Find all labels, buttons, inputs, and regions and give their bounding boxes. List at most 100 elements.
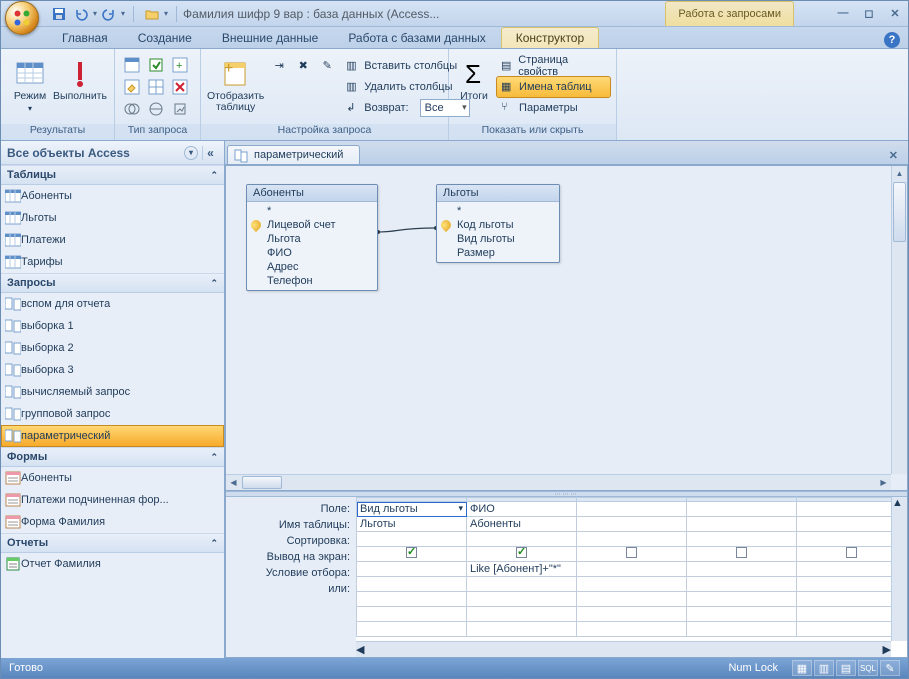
field-row[interactable]: * bbox=[437, 204, 559, 218]
ribbon-tab-dbtools[interactable]: Работа с базами данных bbox=[333, 27, 500, 48]
diagram-vscroll[interactable]: ▲ bbox=[891, 166, 907, 474]
grid-field-cell[interactable]: Вид льготы▾ bbox=[357, 502, 467, 517]
nav-filter-dropdown[interactable]: ▾ bbox=[184, 146, 198, 160]
nav-item[interactable]: Абоненты bbox=[1, 467, 224, 489]
passthrough-query-icon[interactable] bbox=[145, 99, 167, 119]
nav-group-form[interactable]: Формы⌃ bbox=[1, 447, 224, 467]
grid-empty-cell[interactable] bbox=[687, 592, 797, 607]
append-query-icon[interactable]: + bbox=[169, 55, 191, 75]
grid-criteria-cell[interactable] bbox=[687, 562, 797, 577]
grid-table-cell[interactable]: Льготы bbox=[357, 517, 467, 532]
nav-item[interactable]: Форма Фамилия bbox=[1, 511, 224, 533]
grid-sort-cell[interactable] bbox=[797, 532, 907, 547]
grid-show-checkbox[interactable] bbox=[467, 547, 577, 562]
save-icon[interactable] bbox=[49, 4, 69, 24]
view-datasheet-button[interactable]: ▦ bbox=[792, 660, 812, 676]
grid-or-cell[interactable] bbox=[357, 577, 467, 592]
field-row[interactable]: Лицевой счет bbox=[247, 218, 377, 232]
grid-empty-cell[interactable] bbox=[577, 607, 687, 622]
nav-collapse-button[interactable]: « bbox=[202, 146, 218, 160]
grid-table-cell[interactable] bbox=[577, 517, 687, 532]
builder-icon[interactable]: ✎ bbox=[316, 55, 338, 75]
field-row[interactable]: Код льготы bbox=[437, 218, 559, 232]
grid-sort-cell[interactable] bbox=[467, 532, 577, 547]
grid-empty-cell[interactable] bbox=[357, 607, 467, 622]
undo-icon[interactable] bbox=[71, 4, 91, 24]
grid-empty-cell[interactable] bbox=[797, 607, 907, 622]
delete-query-icon[interactable] bbox=[169, 77, 191, 97]
grid-table-cell[interactable] bbox=[797, 517, 907, 532]
diagram-pane[interactable]: Абоненты*Лицевой счетЛьготаФИОАдресТелеф… bbox=[226, 166, 907, 491]
grid-empty-cell[interactable] bbox=[687, 607, 797, 622]
grid-empty-cell[interactable] bbox=[797, 622, 907, 637]
grid-criteria-cell[interactable]: Like [Абонент]+"*" bbox=[467, 562, 577, 577]
view-chart-button[interactable]: ▤ bbox=[836, 660, 856, 676]
grid-show-checkbox[interactable] bbox=[687, 547, 797, 562]
help-icon[interactable]: ? bbox=[884, 32, 900, 48]
grid-empty-cell[interactable] bbox=[577, 592, 687, 607]
ribbon-tab-home[interactable]: Главная bbox=[47, 27, 123, 48]
grid-empty-cell[interactable] bbox=[687, 622, 797, 637]
grid-show-checkbox[interactable] bbox=[577, 547, 687, 562]
doc-close-button[interactable]: ✕ bbox=[885, 147, 902, 164]
grid-table-cell[interactable] bbox=[687, 517, 797, 532]
nav-group-query[interactable]: Запросы⌃ bbox=[1, 273, 224, 293]
grid-show-checkbox[interactable] bbox=[357, 547, 467, 562]
view-sql-button[interactable]: SQL bbox=[858, 660, 878, 676]
nav-group-report[interactable]: Отчеты⌃ bbox=[1, 533, 224, 553]
return-combo[interactable]: ↲Возврат: Все bbox=[342, 98, 473, 118]
grid-hscroll[interactable]: ◀▶ bbox=[356, 641, 891, 657]
union-query-icon[interactable] bbox=[121, 99, 143, 119]
view-design-button[interactable]: ✎ bbox=[880, 660, 900, 676]
field-row[interactable]: Телефон bbox=[247, 274, 377, 288]
property-sheet-button[interactable]: ▤Страница свойств bbox=[497, 56, 610, 76]
field-row[interactable]: Вид льготы bbox=[437, 232, 559, 246]
grid-empty-cell[interactable] bbox=[357, 622, 467, 637]
nav-item[interactable]: выборка 1 bbox=[1, 315, 224, 337]
table-names-button[interactable]: ▦Имена таблиц bbox=[497, 77, 610, 97]
nav-title[interactable]: Все объекты Access ▾ « bbox=[1, 141, 224, 165]
insert-rows-icon[interactable]: ⇥ bbox=[268, 55, 290, 75]
nav-item[interactable]: Абоненты bbox=[1, 185, 224, 207]
nav-item[interactable]: выборка 3 bbox=[1, 359, 224, 381]
ribbon-tab-create[interactable]: Создание bbox=[123, 27, 207, 48]
update-query-icon[interactable] bbox=[121, 77, 143, 97]
nav-item[interactable]: вспом для отчета bbox=[1, 293, 224, 315]
grid-show-checkbox[interactable] bbox=[797, 547, 907, 562]
field-row[interactable]: Льгота bbox=[247, 232, 377, 246]
grid-table-cell[interactable]: Абоненты bbox=[467, 517, 577, 532]
grid-sort-cell[interactable] bbox=[357, 532, 467, 547]
select-query-icon[interactable] bbox=[121, 55, 143, 75]
table-title[interactable]: Абоненты bbox=[247, 185, 377, 202]
table-window[interactable]: Абоненты*Лицевой счетЛьготаФИОАдресТелеф… bbox=[246, 184, 378, 291]
maketable-query-icon[interactable] bbox=[145, 55, 167, 75]
ribbon-tab-design[interactable]: Конструктор bbox=[501, 27, 599, 48]
grid-or-cell[interactable] bbox=[687, 577, 797, 592]
office-button[interactable] bbox=[5, 1, 39, 35]
nav-item[interactable]: Платежи bbox=[1, 229, 224, 251]
grid-empty-cell[interactable] bbox=[797, 592, 907, 607]
grid-or-cell[interactable] bbox=[467, 577, 577, 592]
parameters-button[interactable]: ⑂Параметры bbox=[497, 98, 610, 118]
nav-item[interactable]: Платежи подчиненная фор... bbox=[1, 489, 224, 511]
redo-icon[interactable] bbox=[99, 4, 119, 24]
grid-criteria-cell[interactable] bbox=[797, 562, 907, 577]
run-button[interactable]: Выполнить bbox=[57, 55, 103, 119]
nav-item[interactable]: Отчет Фамилия bbox=[1, 553, 224, 575]
field-row[interactable]: * bbox=[247, 204, 377, 218]
ddl-query-icon[interactable] bbox=[169, 99, 191, 119]
show-table-button[interactable]: + Отобразить таблицу bbox=[207, 55, 264, 119]
nav-item[interactable]: выборка 2 bbox=[1, 337, 224, 359]
grid-field-cell[interactable] bbox=[687, 502, 797, 517]
table-window[interactable]: Льготы*Код льготыВид льготыРазмер bbox=[436, 184, 560, 263]
grid-field-cell[interactable]: ФИО bbox=[467, 502, 577, 517]
open-icon[interactable] bbox=[142, 4, 162, 24]
nav-item[interactable]: вычисляемый запрос bbox=[1, 381, 224, 403]
restore-button[interactable]: ◻ bbox=[861, 6, 877, 20]
grid-criteria-cell[interactable] bbox=[577, 562, 687, 577]
grid-or-cell[interactable] bbox=[577, 577, 687, 592]
grid-empty-cell[interactable] bbox=[467, 607, 577, 622]
minimize-button[interactable]: — bbox=[835, 6, 851, 20]
diagram-hscroll[interactable]: ◀▶ bbox=[226, 474, 891, 490]
close-button[interactable]: ✕ bbox=[887, 6, 903, 20]
